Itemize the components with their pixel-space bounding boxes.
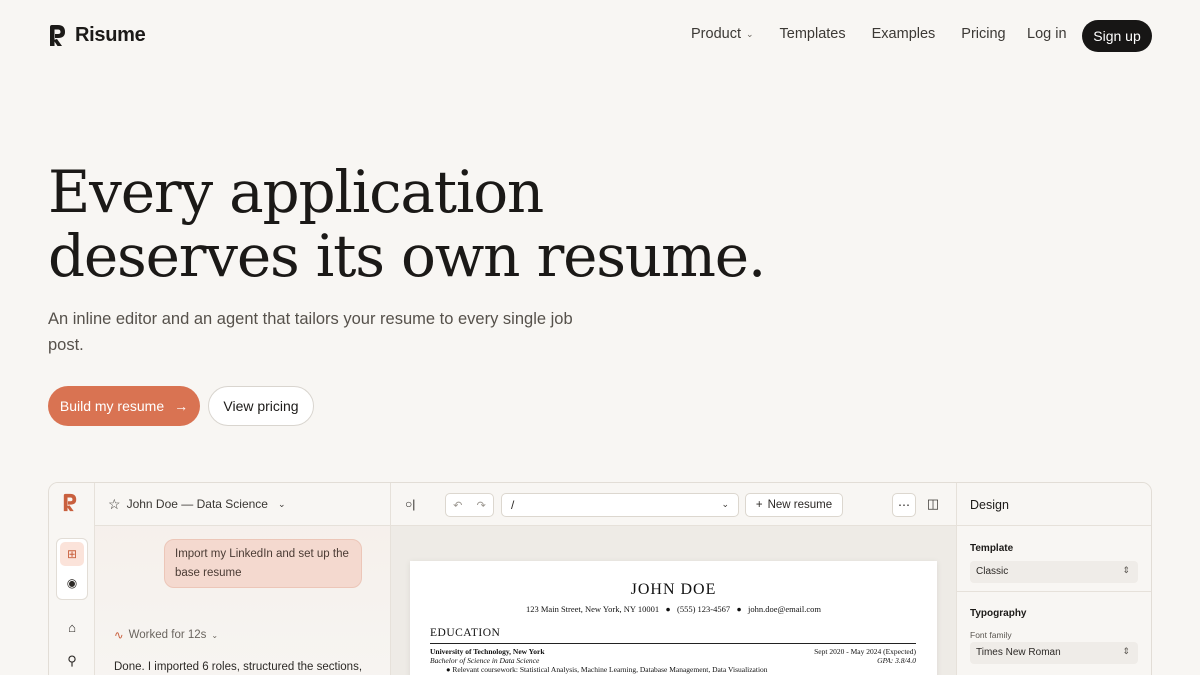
undo-redo-group: ↶ ↷ [445, 493, 494, 517]
new-resume-button[interactable]: + New resume [745, 493, 843, 517]
resume-path-select[interactable]: / ⌄ [501, 493, 739, 517]
new-resume-label: New resume [767, 499, 833, 511]
more-options-icon[interactable]: ⋯ [892, 493, 916, 517]
app-preview: ⊞ ◉ ⌂ ⚲ ☆ John Doe — Data Science ⌄ Impo… [48, 482, 1152, 675]
chevron-down-icon: ⌄ [211, 630, 219, 640]
brand-name: Risume [75, 24, 146, 46]
nav-examples[interactable]: Examples [872, 26, 936, 42]
section-divider [430, 643, 916, 644]
resume-dates: Sept 2020 - May 2024 (Expected) [814, 647, 916, 656]
top-nav: Risume Product ⌄ Templates Examples Pric… [0, 0, 1200, 72]
resume-page[interactable]: JOHN DOE 123 Main Street, New York, NY 1… [410, 561, 937, 675]
search-icon[interactable]: ⚲ [61, 650, 83, 672]
template-value: Classic [976, 566, 1009, 577]
chevron-up-down-icon: ⇕ [1122, 565, 1130, 575]
chevron-up-down-icon: ⇕ [1122, 646, 1130, 656]
font-family-select[interactable]: Times New Roman ⇕ [970, 642, 1138, 664]
nav-pricing-label: Pricing [961, 26, 1006, 42]
risume-logo-icon [50, 25, 65, 46]
chevron-down-icon: ⌄ [745, 28, 754, 39]
activity-icon: ∿ [114, 630, 124, 642]
document-title: John Doe — Data Science [126, 497, 268, 511]
font-family-label: Font family [970, 630, 1012, 640]
nav-templates-label: Templates [779, 26, 846, 42]
plus-icon: + [755, 499, 763, 511]
home-icon[interactable]: ⌂ [61, 616, 83, 638]
nav-examples-label: Examples [871, 26, 936, 42]
hero-subtitle: An inline editor and an agent that tailo… [48, 310, 573, 354]
user-message: Import my LinkedIn and set up the base r… [164, 539, 362, 588]
rail-mode-group: ⊞ ◉ [56, 538, 88, 600]
agent-reply: Done. I imported 6 roles, structured the… [114, 661, 363, 673]
font-family-value: Times New Roman [976, 647, 1061, 658]
document-selector[interactable]: ☆ John Doe — Data Science ⌄ [95, 483, 390, 526]
palette-icon[interactable]: ◉ [60, 571, 84, 595]
resume-contact: 123 Main Street, New York, NY 10001 ● (5… [526, 604, 821, 614]
nav-pricing[interactable]: Pricing [961, 26, 1005, 42]
nav-product-label: Product [691, 26, 741, 42]
design-panel-title: Design [957, 483, 1151, 526]
nav-templates[interactable]: Templates [780, 26, 846, 42]
star-icon[interactable]: ☆ [108, 496, 121, 513]
resume-phone: (555) 123-4567 [676, 604, 731, 614]
resume-editor: ○| ↶ ↷ / ⌄ + New resume ⋯ ◫ JOHN DOE 123… [391, 483, 956, 675]
nav-links: Product ⌄ Templates Examples Pricing [691, 26, 1032, 42]
resume-gpa: GPA: 3.8/4.0 [877, 656, 916, 665]
hero-title-line1: Every application [48, 158, 544, 226]
typography-label: Typography [970, 608, 1027, 619]
brand-logo[interactable]: Risume [48, 24, 146, 47]
resume-email: john.doe@email.com [748, 604, 821, 614]
sidebar-toggle-icon[interactable]: ◫ [925, 496, 941, 512]
agent-chat-panel: ☆ John Doe — Data Science ⌄ Import my Li… [95, 483, 391, 675]
resume-address: 123 Main Street, New York, NY 10001 [526, 604, 660, 614]
app-sidebar-rail: ⊞ ◉ ⌂ ⚲ [49, 483, 95, 675]
worked-for-label: Worked for 12s [128, 629, 207, 641]
resume-section-title: EDUCATION [430, 627, 501, 639]
login-link[interactable]: Log in [1027, 26, 1067, 42]
design-panel: Design Template Classic ⇕ Typography Fon… [956, 483, 1151, 675]
resume-name: JOHN DOE [630, 581, 717, 598]
worked-for-toggle[interactable]: ∿ Worked for 12s ⌄ [114, 628, 218, 642]
resume-degree: Bachelor of Science in Data Science [430, 656, 540, 665]
hero-title-line2: deserves its own resume. [48, 222, 766, 290]
template-select[interactable]: Classic ⇕ [970, 561, 1138, 583]
resume-coursework: ● Relevant coursework: Statistical Analy… [446, 665, 768, 674]
signup-button[interactable]: Sign up [1082, 20, 1152, 52]
chevron-down-icon: ⌄ [721, 499, 729, 509]
design-divider [957, 591, 1151, 592]
redo-icon[interactable]: ↷ [477, 499, 486, 512]
nav-product[interactable]: Product ⌄ [691, 26, 754, 42]
arrow-right-icon: → [174, 398, 189, 414]
resume-path-value: / [511, 498, 515, 512]
hero-title: Every application deserves its own resum… [48, 158, 766, 290]
risume-logo-icon[interactable] [62, 493, 78, 512]
template-label: Template [970, 543, 1014, 554]
editor-toolbar: ○| ↶ ↷ / ⌄ + New resume ⋯ ◫ [391, 483, 956, 526]
grid-icon[interactable]: ⊞ [60, 542, 84, 566]
agent-toggle-icon[interactable]: ○| [405, 497, 415, 511]
resume-school: University of Technology, New York [430, 647, 545, 656]
build-resume-button[interactable]: Build my resume → [48, 386, 200, 426]
resume-coursework-text: Relevant coursework: Statistical Analysi… [452, 665, 768, 674]
undo-icon[interactable]: ↶ [453, 499, 462, 512]
view-pricing-button[interactable]: View pricing [208, 386, 314, 426]
chevron-down-icon: ⌄ [277, 498, 286, 509]
build-resume-label: Build my resume [59, 398, 165, 414]
